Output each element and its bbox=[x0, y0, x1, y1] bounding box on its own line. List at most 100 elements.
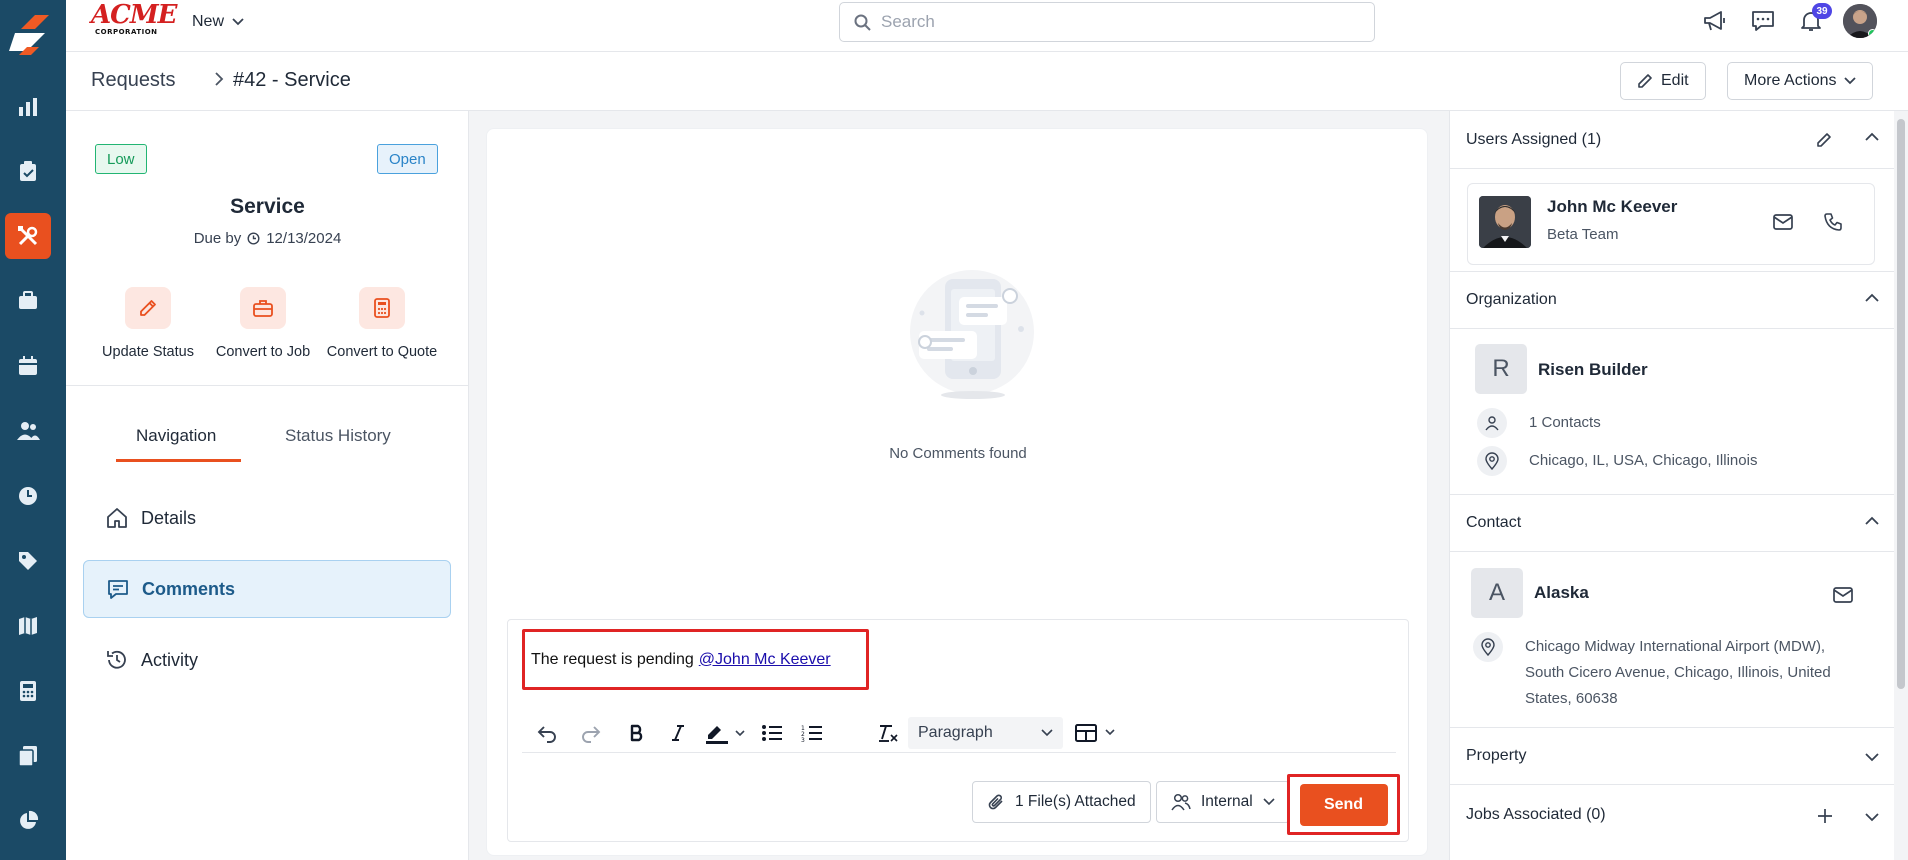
redo-icon[interactable] bbox=[578, 720, 604, 746]
comment-editor: The request is pending @John Mc Keever 1… bbox=[507, 619, 1409, 842]
chevron-up-icon[interactable] bbox=[1865, 516, 1879, 526]
tab-navigation[interactable]: Navigation bbox=[136, 426, 216, 446]
empty-state-text: No Comments found bbox=[889, 445, 1027, 462]
chat-icon[interactable] bbox=[1748, 6, 1778, 36]
table-icon[interactable] bbox=[1074, 720, 1120, 746]
user-mention-link[interactable]: @John Mc Keever bbox=[699, 651, 831, 669]
briefcase-icon[interactable] bbox=[5, 278, 51, 324]
convert-to-quote-label: Convert to Quote bbox=[326, 344, 438, 360]
search-input[interactable] bbox=[881, 12, 1351, 32]
megaphone-icon[interactable] bbox=[1700, 6, 1730, 36]
notification-badge: 39 bbox=[1812, 3, 1832, 19]
location-pin-icon bbox=[1473, 632, 1503, 662]
chevron-down-icon[interactable] bbox=[1865, 752, 1879, 762]
organization-title: Organization bbox=[1466, 291, 1557, 308]
comment-draft-text: The request is pending bbox=[531, 650, 694, 668]
contact-address-line: Chicago Midway International Airport (MD… bbox=[1525, 638, 1826, 655]
chevron-up-icon[interactable] bbox=[1865, 132, 1879, 142]
nav-item-activity[interactable]: Activity bbox=[83, 631, 451, 689]
brand-name: ACME bbox=[91, 0, 177, 30]
nav-item-details[interactable]: Details bbox=[83, 489, 451, 547]
send-button[interactable]: Send bbox=[1299, 783, 1388, 826]
add-job-icon[interactable] bbox=[1817, 808, 1833, 824]
breadcrumb-requests[interactable]: Requests bbox=[91, 69, 176, 92]
highlight-color-icon[interactable] bbox=[704, 720, 748, 746]
due-date: Due by 12/13/2024 bbox=[66, 230, 469, 247]
jobs-associated-header[interactable]: Jobs Associated (0) bbox=[1450, 786, 1895, 844]
scrollbar-thumb[interactable] bbox=[1897, 119, 1905, 689]
documents-icon[interactable] bbox=[5, 733, 51, 779]
calendar-icon[interactable] bbox=[5, 343, 51, 389]
nav-item-comments[interactable]: Comments bbox=[83, 560, 451, 618]
comment-icon bbox=[106, 577, 130, 601]
convert-to-quote-button[interactable]: Convert to Quote bbox=[312, 287, 452, 360]
formatting-toolbar: 123 Paragraph bbox=[522, 713, 1396, 753]
bold-icon[interactable] bbox=[626, 720, 648, 746]
edit-label: Edit bbox=[1661, 72, 1689, 89]
attachments-button[interactable]: 1 File(s) Attached bbox=[972, 781, 1151, 823]
dashboard-icon[interactable] bbox=[5, 84, 51, 130]
due-date-value: 12/13/2024 bbox=[266, 230, 342, 247]
assigned-user-card: John Mc Keever Beta Team bbox=[1467, 183, 1875, 265]
nav-item-label: Details bbox=[141, 507, 197, 528]
chevron-up-icon[interactable] bbox=[1865, 293, 1879, 303]
chevron-down-icon bbox=[232, 18, 244, 26]
contact-address-line: States, 60638 bbox=[1525, 690, 1618, 707]
contact-address: Chicago Midway International Airport (MD… bbox=[1525, 634, 1831, 712]
chevron-down-icon bbox=[1263, 798, 1275, 806]
pie-chart-icon[interactable] bbox=[5, 798, 51, 844]
edit-button[interactable]: Edit bbox=[1620, 62, 1706, 100]
tag-icon[interactable] bbox=[5, 538, 51, 584]
bell-icon[interactable]: 39 bbox=[1796, 3, 1832, 36]
send-button-highlight: Send bbox=[1287, 774, 1400, 835]
property-header[interactable]: Property bbox=[1450, 727, 1895, 785]
request-title: Service bbox=[230, 195, 305, 218]
bullet-list-icon[interactable] bbox=[760, 720, 784, 746]
paperclip-icon bbox=[987, 793, 1005, 811]
organization-header[interactable]: Organization bbox=[1450, 271, 1895, 329]
numbered-list-icon[interactable]: 123 bbox=[800, 720, 824, 746]
comment-text-input[interactable]: The request is pending @John Mc Keever bbox=[522, 629, 869, 690]
new-label: New bbox=[192, 13, 225, 30]
tools-icon[interactable] bbox=[5, 213, 51, 259]
online-status-dot bbox=[1868, 29, 1877, 38]
calculator-icon[interactable] bbox=[5, 668, 51, 714]
contact-header[interactable]: Contact bbox=[1450, 494, 1895, 552]
chevron-down-icon bbox=[1041, 729, 1053, 737]
clock-icon[interactable] bbox=[5, 473, 51, 519]
contact-person-icon bbox=[1477, 408, 1507, 438]
paragraph-format-select[interactable]: Paragraph bbox=[908, 717, 1063, 749]
phone-icon[interactable] bbox=[1823, 212, 1843, 232]
nav-item-label: Comments bbox=[142, 578, 236, 599]
assigned-user-name: John Mc Keever bbox=[1547, 197, 1678, 216]
map-icon[interactable] bbox=[5, 603, 51, 649]
mail-icon[interactable] bbox=[1772, 213, 1794, 231]
user-avatar[interactable] bbox=[1843, 4, 1877, 38]
edit-pencil-icon[interactable] bbox=[1815, 131, 1833, 149]
chevron-right-icon bbox=[214, 72, 224, 86]
visibility-dropdown[interactable]: Internal bbox=[1156, 781, 1290, 823]
clear-formatting-icon[interactable] bbox=[876, 720, 900, 746]
users-icon[interactable] bbox=[5, 408, 51, 454]
sidebar-scrollbar[interactable] bbox=[1894, 111, 1908, 860]
contact-name[interactable]: Alaska bbox=[1534, 583, 1589, 603]
tab-status-history[interactable]: Status History bbox=[285, 426, 391, 446]
update-status-label: Update Status bbox=[102, 344, 194, 360]
new-dropdown-button[interactable]: New bbox=[192, 10, 244, 34]
mail-icon[interactable] bbox=[1832, 586, 1854, 604]
brand-logo[interactable]: ACME CORPORATION bbox=[91, 0, 177, 38]
undo-icon[interactable] bbox=[534, 720, 560, 746]
users-assigned-header[interactable]: Users Assigned (1) bbox=[1450, 111, 1895, 169]
comments-area: No Comments found The request is pending… bbox=[469, 111, 1449, 860]
italic-icon[interactable] bbox=[668, 720, 688, 746]
more-actions-button[interactable]: More Actions bbox=[1727, 62, 1874, 100]
app-rail bbox=[0, 0, 66, 860]
clipboard-check-icon[interactable] bbox=[5, 148, 51, 194]
attachments-label: 1 File(s) Attached bbox=[1015, 793, 1136, 810]
organization-name[interactable]: Risen Builder bbox=[1538, 360, 1648, 380]
app-logo-icon[interactable] bbox=[5, 11, 53, 59]
request-detail-panel: Low Open Service Due by 12/13/2024 Updat… bbox=[66, 111, 469, 860]
search-bar[interactable] bbox=[839, 2, 1375, 42]
briefcase-icon bbox=[240, 287, 286, 329]
chevron-down-icon[interactable] bbox=[1865, 812, 1879, 822]
